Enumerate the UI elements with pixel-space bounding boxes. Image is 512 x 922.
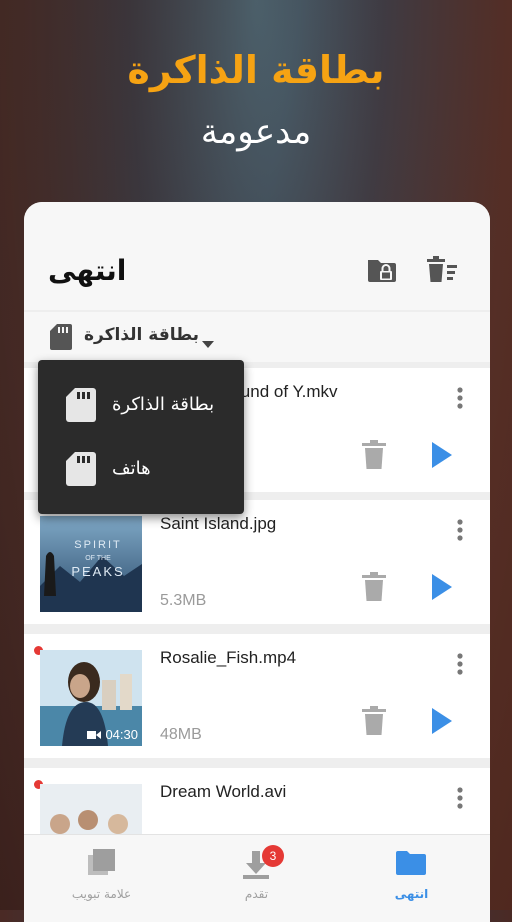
nav-label: تقدم <box>244 887 269 901</box>
download-count-badge: 3 <box>262 845 284 867</box>
app-screen: انتهى بطاقة الذاكرة Sound of Y.mkv SPIRI… <box>24 202 490 922</box>
storage-label: بطاقة الذاكرة <box>84 325 200 345</box>
more-options-icon[interactable] <box>450 516 470 544</box>
dropdown-label: هاتف <box>112 458 151 479</box>
file-size: 48MB <box>160 726 202 743</box>
chevron-down-icon <box>202 334 214 353</box>
nav-label: انتهى <box>394 887 429 901</box>
svg-text:OF THE: OF THE <box>85 555 111 562</box>
more-options-icon[interactable] <box>450 784 470 812</box>
duration-badge: 04:30 <box>87 727 138 742</box>
folder-lock-icon[interactable] <box>362 250 402 290</box>
delete-icon[interactable] <box>360 440 388 470</box>
video-camera-icon <box>87 730 102 739</box>
nav-item-finished[interactable]: انتهى <box>334 835 489 922</box>
delete-icon[interactable] <box>360 706 388 736</box>
app-bar: انتهى <box>24 202 490 310</box>
duration-text: 04:30 <box>105 727 138 742</box>
svg-text:PEAKS: PEAKS <box>71 564 124 579</box>
nav-item-tabs[interactable]: علامة تبويب <box>24 835 179 922</box>
folder-icon <box>396 851 426 879</box>
play-icon[interactable] <box>426 704 456 738</box>
thumbnail: SPIRIT OF THE PEAKS <box>40 516 142 612</box>
more-options-icon[interactable] <box>450 650 470 678</box>
sd-card-icon <box>66 452 96 490</box>
play-icon[interactable] <box>426 438 456 472</box>
list-item[interactable]: 04:30 Rosalie_Fish.mp4 48MB <box>24 634 490 758</box>
dropdown-label: بطاقة الذاكرة <box>112 394 215 415</box>
file-name: Rosalie_Fish.mp4 <box>160 648 297 667</box>
file-name: Dream World.avi <box>160 782 287 801</box>
promo-title: بطاقة الذاكرة <box>127 48 385 92</box>
thumbnail: 04:30 <box>40 650 142 746</box>
promo-subtitle: مدعومة <box>200 112 312 152</box>
sd-card-icon <box>50 324 72 354</box>
delete-sort-icon[interactable] <box>422 250 462 290</box>
storage-selector[interactable]: بطاقة الذاكرة <box>24 312 490 362</box>
storage-dropdown: بطاقة الذاكرة هاتف <box>38 360 244 514</box>
file-name: Saint Island.jpg <box>160 514 277 533</box>
list-item[interactable]: SPIRIT OF THE PEAKS Saint Island.jpg 5.3… <box>24 500 490 624</box>
nav-item-progress[interactable]: 3 تقدم <box>179 835 334 922</box>
nav-label: علامة تبويب <box>71 887 132 901</box>
dropdown-item-phone[interactable]: هاتف <box>38 438 244 502</box>
svg-text:SPIRIT: SPIRIT <box>74 539 121 551</box>
dropdown-item-sd-card[interactable]: بطاقة الذاكرة <box>38 374 244 438</box>
tabs-icon <box>88 849 116 879</box>
play-icon[interactable] <box>426 570 456 604</box>
delete-icon[interactable] <box>360 572 388 602</box>
more-options-icon[interactable] <box>450 384 470 412</box>
file-size: 5.3MB <box>160 592 207 609</box>
page-title: انتهى <box>48 254 127 287</box>
bottom-nav: علامة تبويب 3 تقدم انتهى <box>24 834 490 922</box>
sd-card-icon <box>66 388 96 426</box>
